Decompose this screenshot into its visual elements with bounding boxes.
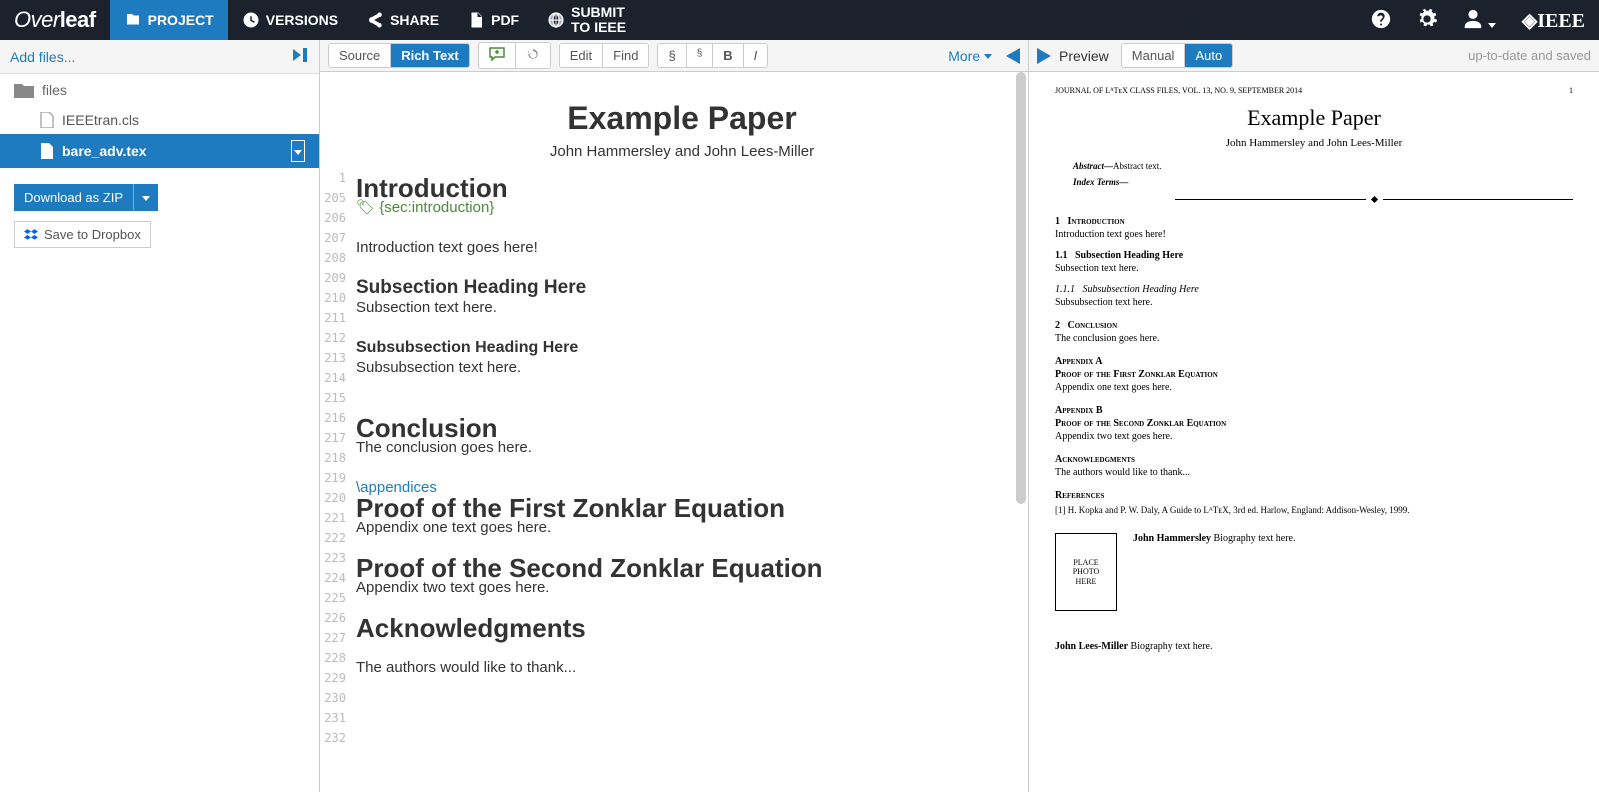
history-icon[interactable] — [516, 43, 550, 68]
editor-pane: Source Rich Text Edit Find § § B I More — [320, 40, 1029, 792]
file-bare-adv[interactable]: bare_adv.tex — [0, 134, 319, 168]
sidebar: Add files... files IEEEtran.cls bare_adv… — [0, 40, 320, 792]
section-button[interactable]: § — [658, 44, 686, 67]
nav-versions[interactable]: VERSIONS — [228, 0, 352, 40]
download-zip-menu[interactable] — [133, 184, 158, 211]
collapse-sidebar-icon[interactable] — [291, 48, 309, 65]
edit-button[interactable]: Edit — [560, 44, 603, 67]
ieee-logo[interactable]: ◈IEEE — [1508, 8, 1599, 33]
add-comment-icon[interactable] — [479, 43, 516, 68]
folder-files[interactable]: files — [0, 74, 319, 106]
more-button[interactable]: More — [942, 48, 998, 64]
editor-body[interactable]: 1205206207208209210211212213214215216217… — [320, 72, 1028, 792]
source-tab[interactable]: Source — [329, 44, 391, 67]
expand-preview-icon[interactable] — [1037, 48, 1051, 64]
manual-button[interactable]: Manual — [1122, 44, 1186, 67]
preview-label: Preview — [1059, 48, 1109, 64]
save-status: up-to-date and saved — [1468, 48, 1591, 63]
bio-photo-placeholder: PLACE PHOTO HERE — [1055, 533, 1117, 611]
nav-share[interactable]: SHARE — [352, 0, 453, 40]
subsection-button[interactable]: § — [687, 44, 714, 67]
bold-button[interactable]: B — [713, 44, 743, 67]
nav-pdf[interactable]: PDF — [453, 0, 533, 40]
topbar: Overleaf PROJECT VERSIONS SHARE PDF SUBM… — [0, 0, 1599, 40]
find-button[interactable]: Find — [603, 44, 648, 67]
pdf-preview[interactable]: JOURNAL OF LᴬTᴇX CLASS FILES, VOL. 13, N… — [1029, 72, 1599, 792]
add-files[interactable]: Add files... — [10, 49, 75, 65]
editor-scrollbar[interactable] — [1016, 72, 1026, 504]
doc-title[interactable]: Example Paper — [356, 100, 1008, 137]
help-icon[interactable] — [1358, 8, 1404, 33]
file-ieeetran[interactable]: IEEEtran.cls — [0, 106, 319, 134]
nav-project[interactable]: PROJECT — [110, 0, 228, 40]
auto-button[interactable]: Auto — [1185, 44, 1232, 67]
preview-pane: Preview Manual Auto up-to-date and saved… — [1029, 40, 1599, 792]
gear-icon[interactable] — [1404, 8, 1450, 33]
italic-button[interactable]: I — [744, 44, 768, 67]
user-icon[interactable] — [1450, 8, 1508, 33]
save-dropbox-button[interactable]: Save to Dropbox — [14, 221, 151, 248]
line-gutter: 1205206207208209210211212213214215216217… — [320, 72, 352, 792]
collapse-editor-icon[interactable] — [1006, 48, 1020, 64]
logo[interactable]: Overleaf — [0, 7, 110, 33]
download-zip-button[interactable]: Download as ZIP — [14, 184, 133, 211]
doc-authors[interactable]: John Hammersley and John Lees-Miller — [356, 143, 1008, 160]
file-menu-icon[interactable] — [291, 140, 305, 162]
richtext-tab[interactable]: Rich Text — [391, 44, 469, 67]
editor-toolbar: Source Rich Text Edit Find § § B I More — [320, 40, 1028, 72]
nav-submit[interactable]: SUBMITTO IEEE — [533, 0, 640, 40]
